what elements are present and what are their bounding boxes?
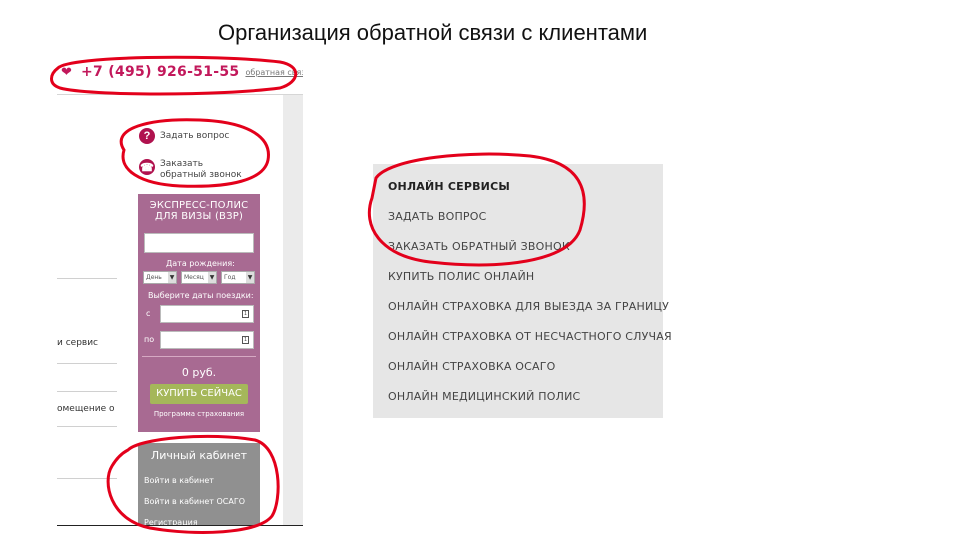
policy-price: 0 руб. xyxy=(181,366,217,379)
menu-item-medical-policy[interactable]: ОНЛАЙН МЕДИЦИНСКИЙ ПОЛИС xyxy=(388,390,580,403)
header-divider xyxy=(57,94,303,95)
left-column-divider xyxy=(57,478,117,479)
callback-request-label: Заказать обратный звонок xyxy=(160,159,242,181)
callback-request-button[interactable]: ☎ Заказать обратный звонок xyxy=(139,159,242,181)
left-column-fragment[interactable]: омещение о xyxy=(57,404,115,414)
online-services-menu: ОНЛАЙН СЕРВИСЫ ЗАДАТЬ ВОПРОС ЗАКАЗАТЬ ОБ… xyxy=(373,164,672,418)
buy-now-button[interactable]: КУПИТЬ СЕЙЧАС xyxy=(150,384,248,404)
left-column-divider xyxy=(57,426,117,427)
ask-question-button[interactable]: ? Задать вопрос xyxy=(139,128,229,144)
cabinet-title: Личный кабинет xyxy=(150,449,248,462)
ask-question-label: Задать вопрос xyxy=(160,131,230,141)
express-policy-widget: ЭКСПРЕСС-ПОЛИС ДЛЯ ВИЗЫ (ВЗР) Дата рожде… xyxy=(138,194,260,432)
left-column-fragment[interactable]: и сервис xyxy=(57,338,98,348)
callback-label-line2: обратный звонок xyxy=(160,170,242,180)
menu-header-online-services: ОНЛАЙН СЕРВИСЫ xyxy=(388,180,510,193)
phone-header: ❤ +7 (495) 926-51-55 обратная связь xyxy=(61,64,303,80)
birth-year-value: Год xyxy=(224,274,236,281)
chevron-down-icon: ▼ xyxy=(246,272,254,283)
question-icon: ? xyxy=(139,128,155,144)
birth-month-value: Месяц xyxy=(184,274,204,281)
feedback-link[interactable]: обратная связь xyxy=(245,68,303,77)
website-screenshot-left: ❤ +7 (495) 926-51-55 обратная связь ? За… xyxy=(57,58,303,526)
login-link[interactable]: Войти в кабинет xyxy=(144,476,214,485)
chevron-down-icon: ▼ xyxy=(208,272,216,283)
insurance-program-link[interactable]: Программа страхования xyxy=(138,410,260,418)
birth-month-select[interactable]: Месяц ▼ xyxy=(181,271,217,284)
menu-item-ask-question[interactable]: ЗАДАТЬ ВОПРОС xyxy=(388,210,487,223)
birth-day-value: День xyxy=(146,274,162,281)
date-from-label: с xyxy=(146,309,151,318)
date-to-label: по xyxy=(144,335,155,344)
birthdate-label: Дата рождения: xyxy=(166,259,235,268)
login-osago-link[interactable]: Войти в кабинет ОСАГО xyxy=(144,497,245,506)
left-column-divider xyxy=(57,391,117,392)
personal-cabinet-panel: Личный кабинет Войти в кабинет Войти в к… xyxy=(138,443,260,526)
left-column-divider xyxy=(57,278,117,279)
menu-item-callback[interactable]: ЗАКАЗАТЬ ОБРАТНЫЙ ЗВОНОК xyxy=(388,240,570,253)
birth-year-select[interactable]: Год ▼ xyxy=(221,271,255,284)
chat-bubble-icon: ❤ xyxy=(61,64,72,79)
menu-item-osago[interactable]: ОНЛАЙН СТРАХОВКА ОСАГО xyxy=(388,360,555,373)
phone-callback-icon: ☎ xyxy=(139,159,155,175)
phone-number[interactable]: +7 (495) 926-51-55 xyxy=(81,64,239,80)
left-column-divider xyxy=(57,363,117,364)
menu-item-accident-insurance[interactable]: ОНЛАЙН СТРАХОВКА ОТ НЕСЧАСТНОГО СЛУЧАЯ xyxy=(388,330,672,343)
widget-divider xyxy=(142,356,256,357)
widget-title-line2: ДЛЯ ВИЗЫ (ВЗР) xyxy=(154,211,244,222)
screenshot-bottom-border xyxy=(57,525,303,526)
calendar-icon: 1 xyxy=(242,310,249,318)
date-to-input[interactable]: 1 xyxy=(160,331,254,349)
chevron-down-icon: ▼ xyxy=(168,272,176,283)
widget-title: ЭКСПРЕСС-ПОЛИС ДЛЯ ВИЗЫ (ВЗР) xyxy=(142,200,256,222)
widget-title-line1: ЭКСПРЕСС-ПОЛИС xyxy=(149,200,249,211)
menu-item-travel-insurance[interactable]: ОНЛАЙН СТРАХОВКА ДЛЯ ВЫЕЗДА ЗА ГРАНИЦУ xyxy=(388,300,669,313)
slide-title: Организация обратной связи с клиентами xyxy=(218,20,648,45)
page-gutter xyxy=(283,95,303,526)
date-from-input[interactable]: 1 xyxy=(160,305,254,323)
callback-label-line1: Заказать xyxy=(160,159,204,169)
birth-day-select[interactable]: День ▼ xyxy=(143,271,177,284)
calendar-icon: 1 xyxy=(242,336,249,344)
trip-dates-label: Выберите даты поездки: xyxy=(148,291,254,300)
name-input[interactable] xyxy=(144,233,254,253)
menu-item-buy-policy[interactable]: КУПИТЬ ПОЛИС ОНЛАЙН xyxy=(388,270,534,283)
